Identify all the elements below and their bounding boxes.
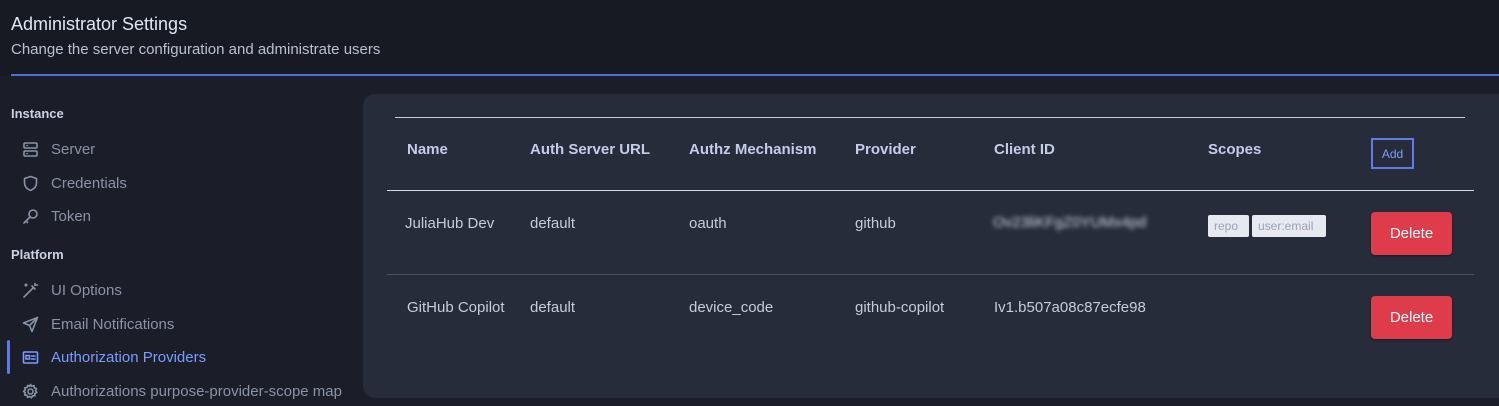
send-icon <box>22 316 39 333</box>
header-divider <box>11 74 1499 76</box>
sidebar-item-label: Authorizations purpose-provider-scope ma… <box>51 382 342 400</box>
table-row-1-mechanism: oauth <box>689 215 727 232</box>
scope-chip: repo <box>1208 215 1249 237</box>
sidebar-item-credentials[interactable]: Credentials <box>0 168 362 198</box>
delete-button[interactable]: Delete <box>1371 296 1452 339</box>
active-indicator <box>7 340 10 374</box>
delete-button[interactable]: Delete <box>1371 212 1452 255</box>
id-card-icon <box>22 349 39 366</box>
column-header-scopes: Scopes <box>1208 141 1262 158</box>
table-row-2-client-id: Iv1.b507a08c87ecfe98 <box>994 299 1146 316</box>
table-row-2-provider: github-copilot <box>855 299 945 316</box>
sidebar: Instance Server Credentials Token Platfo… <box>0 96 362 406</box>
table-row-2-auth-url: default <box>530 299 576 316</box>
add-provider-button[interactable]: Add <box>1371 138 1414 169</box>
table-row-2-name: GitHub Copilot <box>407 299 505 316</box>
providers-panel: Name Auth Server URL Authz Mechanism Pro… <box>363 94 1499 398</box>
page-title: Administrator Settings <box>11 14 188 34</box>
sidebar-item-authorizations-map[interactable]: Authorizations purpose-provider-scope ma… <box>0 376 362 406</box>
column-header-name: Name <box>407 141 448 158</box>
row-divider <box>387 274 1474 275</box>
column-header-authz-mechanism: Authz Mechanism <box>689 141 817 158</box>
gear-icon <box>22 383 39 400</box>
sidebar-item-token[interactable]: Token <box>0 201 362 231</box>
shield-icon <box>22 175 39 192</box>
server-icon <box>22 141 39 158</box>
page-subtitle: Change the server configuration and admi… <box>11 41 381 58</box>
column-header-provider: Provider <box>855 141 916 158</box>
column-header-client-id: Client ID <box>994 141 1055 158</box>
table-row-2-mechanism: device_code <box>689 299 774 316</box>
table-row-1-provider: github <box>855 215 896 232</box>
sidebar-section-platform: Platform <box>11 247 64 262</box>
scope-chip: user:email <box>1252 215 1326 237</box>
sidebar-item-server[interactable]: Server <box>0 134 362 164</box>
sidebar-item-label: UI Options <box>51 281 122 299</box>
column-header-auth-server-url: Auth Server URL <box>530 141 651 158</box>
sidebar-item-label: Credentials <box>51 174 127 192</box>
table-row-1-client-id: Ov23liKFgZ0YUMx4pd <box>993 214 1147 231</box>
sidebar-item-authorization-providers[interactable]: Authorization Providers <box>0 340 362 374</box>
key-icon <box>22 208 39 225</box>
magic-wand-icon <box>22 282 39 299</box>
panel-top-divider <box>395 117 1465 118</box>
table-row-1-auth-url: default <box>530 215 576 232</box>
sidebar-item-label: Server <box>51 140 96 158</box>
table-row-1-name: JuliaHub Dev <box>405 215 495 232</box>
table-header-divider <box>387 190 1474 191</box>
sidebar-item-ui-options[interactable]: UI Options <box>0 275 362 305</box>
sidebar-section-instance: Instance <box>11 106 64 121</box>
sidebar-item-label: Token <box>51 207 92 225</box>
sidebar-item-email-notifications[interactable]: Email Notifications <box>0 309 362 339</box>
page-header: Administrator Settings Change the server… <box>0 0 1499 76</box>
sidebar-item-label: Authorization Providers <box>51 348 207 366</box>
sidebar-item-label: Email Notifications <box>51 315 175 333</box>
